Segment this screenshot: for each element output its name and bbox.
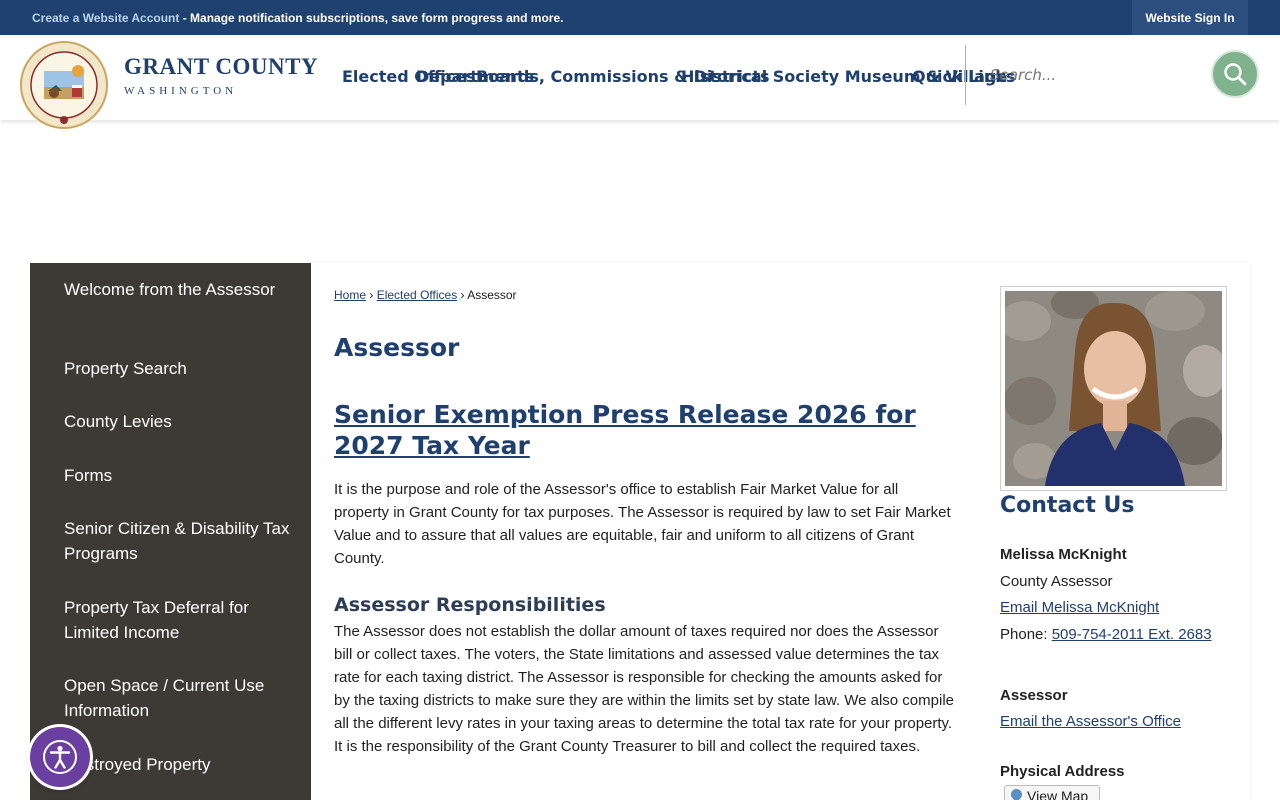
office-label: Assessor — [1000, 687, 1068, 704]
contact-role: County Assessor — [1000, 573, 1113, 590]
search-input[interactable] — [990, 63, 1190, 87]
nav-divider — [965, 45, 966, 105]
accessibility-button[interactable] — [30, 727, 90, 787]
brand-name[interactable]: GRANT COUNTY — [124, 54, 318, 80]
sidebar-item-property-search[interactable]: Property Search — [64, 356, 294, 381]
sidebar-item-senior-citizen-disability[interactable]: Senior Citizen & Disability Tax Programs — [64, 516, 294, 566]
sidebar-item-county-levies[interactable]: County Levies — [64, 409, 294, 434]
breadcrumb: Home › Elected Offices › Assessor — [334, 288, 517, 302]
email-melissa-link[interactable]: Email Melissa McKnight — [1000, 599, 1159, 616]
physical-address-label: Physical Address — [1000, 763, 1125, 780]
breadcrumb-current: Assessor — [467, 288, 517, 302]
sidebar-item-forms[interactable]: Forms — [64, 463, 294, 488]
view-map-button[interactable]: View Map — [1004, 785, 1100, 800]
responsibilities-heading: Assessor Responsibilities — [334, 594, 606, 616]
breadcrumb-elected-offices[interactable]: Elected Offices — [377, 288, 457, 302]
sidebar-item-open-space[interactable]: Open Space / Current Use Information — [64, 673, 294, 723]
search-button[interactable] — [1211, 50, 1259, 98]
view-map-label: View Map — [1027, 788, 1089, 800]
account-notice: Create a Website Account - Manage notifi… — [32, 11, 563, 25]
breadcrumb-home[interactable]: Home — [334, 288, 366, 302]
breadcrumb-separator: › — [460, 288, 465, 302]
site-header: GRANT COUNTY WASHINGTON Elected Offices … — [0, 35, 1280, 129]
website-sign-in-button[interactable]: Website Sign In — [1132, 0, 1248, 35]
sidebar-item-property-tax-deferral[interactable]: Property Tax Deferral for Limited Income — [64, 595, 294, 645]
county-seal-logo[interactable] — [20, 41, 108, 129]
office-email-line: Email the Assessor's Office — [1000, 713, 1181, 730]
responsibilities-text: The Assessor does not establish the doll… — [334, 623, 954, 755]
contact-name: Melissa McKnight — [1000, 546, 1127, 563]
account-notice-text: - Manage notification subscriptions, sav… — [179, 11, 564, 25]
search-icon — [1224, 63, 1247, 86]
sidebar-item-welcome[interactable]: Welcome from the Assessor — [64, 277, 294, 302]
top-utility-bar: Create a Website Account - Manage notifi… — [0, 0, 1280, 35]
senior-exemption-press-release-link[interactable]: Senior Exemption Press Release 2026 for … — [334, 399, 954, 461]
create-account-link[interactable]: Create a Website Account — [32, 11, 179, 25]
email-assessor-office-link[interactable]: Email the Assessor's Office — [1000, 713, 1181, 730]
assessor-portrait-image — [1005, 291, 1222, 486]
phone-link[interactable]: 509-754-2011 Ext. 2683 — [1052, 626, 1212, 643]
contact-phone-line: Phone: 509-754-2011 Ext. 2683 — [1000, 626, 1212, 643]
phone-label: Phone: — [1000, 626, 1052, 643]
map-pin-icon — [1008, 786, 1025, 800]
sidebar-nav: Welcome from the Assessor Property Searc… — [30, 263, 311, 800]
assessor-photo — [1005, 291, 1222, 486]
accessibility-icon — [43, 740, 77, 774]
page-title: Assessor — [334, 333, 460, 362]
assessor-intro-text: It is the purpose and role of the Assess… — [334, 481, 951, 567]
sidebar-item-destroyed-property[interactable]: Destroyed Property — [64, 752, 294, 777]
brand-subtitle: WASHINGTON — [124, 85, 238, 97]
assessor-photo-frame — [1000, 286, 1227, 491]
breadcrumb-separator: › — [369, 288, 374, 302]
contact-us-heading: Contact Us — [1000, 493, 1135, 518]
contact-email-line: Email Melissa McKnight — [1000, 599, 1159, 616]
